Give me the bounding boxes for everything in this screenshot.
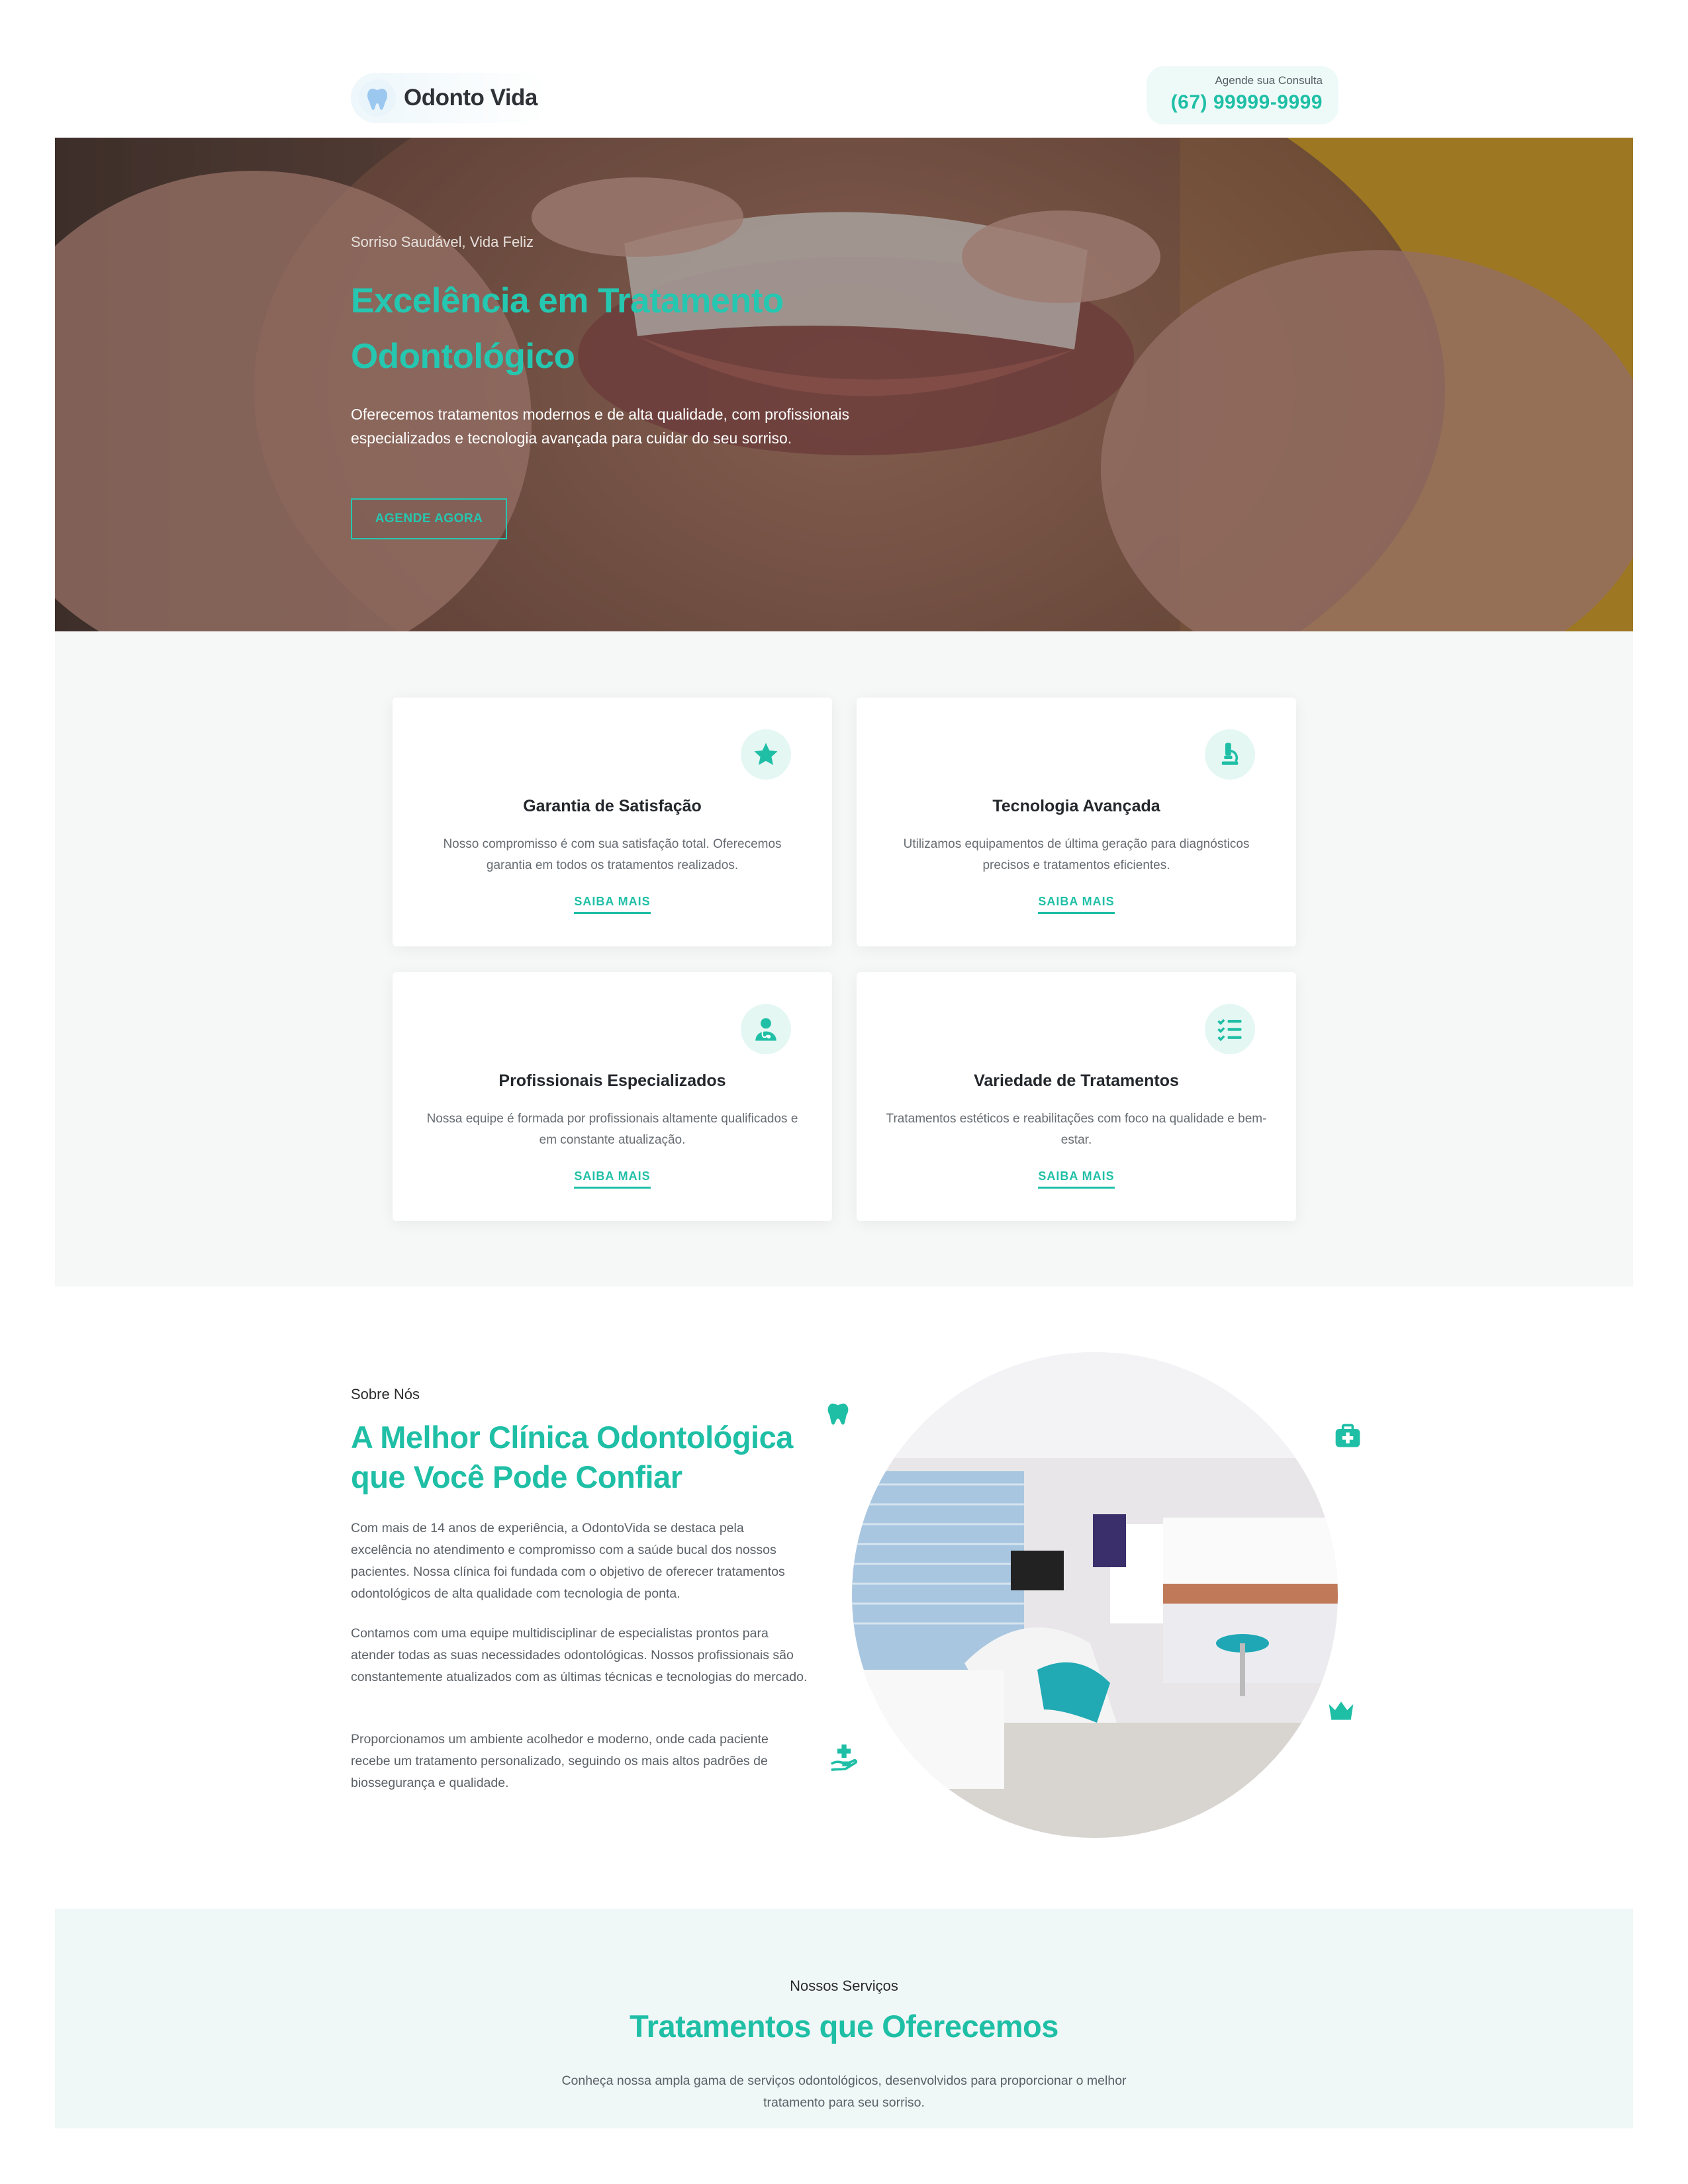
services-title: Tratamentos que Oferecemos bbox=[630, 2009, 1058, 2044]
doctor-icon bbox=[741, 1004, 791, 1054]
contact-box[interactable]: Agende sua Consulta (67) 99999-9999 bbox=[1147, 66, 1338, 124]
learn-more-link[interactable]: SAIBA MAIS bbox=[1038, 1169, 1115, 1189]
hero-overlay bbox=[55, 138, 1633, 631]
about-eyebrow: Sobre Nós bbox=[351, 1386, 420, 1402]
feature-title: Profissionais Especializados bbox=[498, 1071, 726, 1090]
hero-title: Excelência em Tratamento Odontológico bbox=[351, 281, 784, 376]
about-paragraph: Proporcionamos um ambiente acolhedor e m… bbox=[351, 1732, 769, 1790]
crown-icon bbox=[1329, 1702, 1354, 1720]
services-section: Nossos Serviços Tratamentos que Oferecem… bbox=[55, 1909, 1633, 2128]
feature-card: Garantia de Satisfação Nosso compromisso… bbox=[393, 698, 832, 946]
feature-description: Tratamentos estéticos e reabilitações co… bbox=[886, 1112, 1267, 1147]
feature-card: Tecnologia Avançada Utilizamos equipamen… bbox=[857, 698, 1296, 946]
about-paragraph: Com mais de 14 anos de experiência, a Od… bbox=[351, 1521, 785, 1601]
hand-care-icon bbox=[830, 1744, 858, 1772]
feature-title: Tecnologia Avançada bbox=[992, 797, 1160, 815]
star-icon bbox=[741, 729, 791, 780]
microscope-icon bbox=[1205, 729, 1255, 780]
services-description: Conheça nossa ampla gama de serviços odo… bbox=[561, 2073, 1127, 2110]
tooth-logo-icon bbox=[359, 79, 396, 116]
about-title: A Melhor Clínica Odontológica que Você P… bbox=[351, 1420, 793, 1494]
features-section: Garantia de Satisfação Nosso compromisso… bbox=[55, 631, 1633, 1287]
services-eyebrow: Nossos Serviços bbox=[790, 1978, 898, 1994]
feature-card: Profissionais Especializados Nossa equip… bbox=[393, 972, 832, 1221]
feature-card: Variedade de Tratamentos Tratamentos est… bbox=[857, 972, 1296, 1221]
clinic-photo bbox=[852, 1352, 1338, 1838]
tooth-icon bbox=[827, 1403, 849, 1425]
phone-number[interactable]: (67) 99999-9999 bbox=[1147, 91, 1323, 114]
learn-more-link[interactable]: SAIBA MAIS bbox=[574, 1169, 651, 1189]
brand-name: Odonto Vida bbox=[404, 85, 538, 111]
checklist-icon bbox=[1205, 1004, 1255, 1054]
medical-kit-icon bbox=[1335, 1424, 1360, 1447]
site-header: Odonto Vida Agende sua Consulta (67) 999… bbox=[0, 0, 1688, 138]
brand-logo[interactable]: Odonto Vida bbox=[351, 73, 549, 123]
hero-section: Sorriso Saudável, Vida Feliz Excelência … bbox=[55, 138, 1633, 631]
about-paragraph: Contamos com uma equipe multidisciplinar… bbox=[351, 1626, 808, 1684]
feature-title: Variedade de Tratamentos bbox=[974, 1071, 1179, 1090]
hero-description: Oferecemos tratamentos modernos e de alt… bbox=[351, 406, 850, 447]
learn-more-link[interactable]: SAIBA MAIS bbox=[574, 895, 651, 914]
learn-more-link[interactable]: SAIBA MAIS bbox=[1038, 895, 1115, 914]
feature-title: Garantia de Satisfação bbox=[523, 797, 702, 815]
feature-description: Nosso compromisso é com sua satisfação t… bbox=[443, 837, 782, 872]
feature-description: Nossa equipe é formada por profissionais… bbox=[426, 1112, 798, 1147]
feature-description: Utilizamos equipamentos de última geraçã… bbox=[903, 837, 1250, 872]
hero-eyebrow: Sorriso Saudável, Vida Feliz bbox=[351, 234, 534, 250]
schedule-now-button[interactable]: AGENDE AGORA bbox=[351, 498, 507, 539]
contact-label: Agende sua Consulta bbox=[1215, 74, 1323, 87]
